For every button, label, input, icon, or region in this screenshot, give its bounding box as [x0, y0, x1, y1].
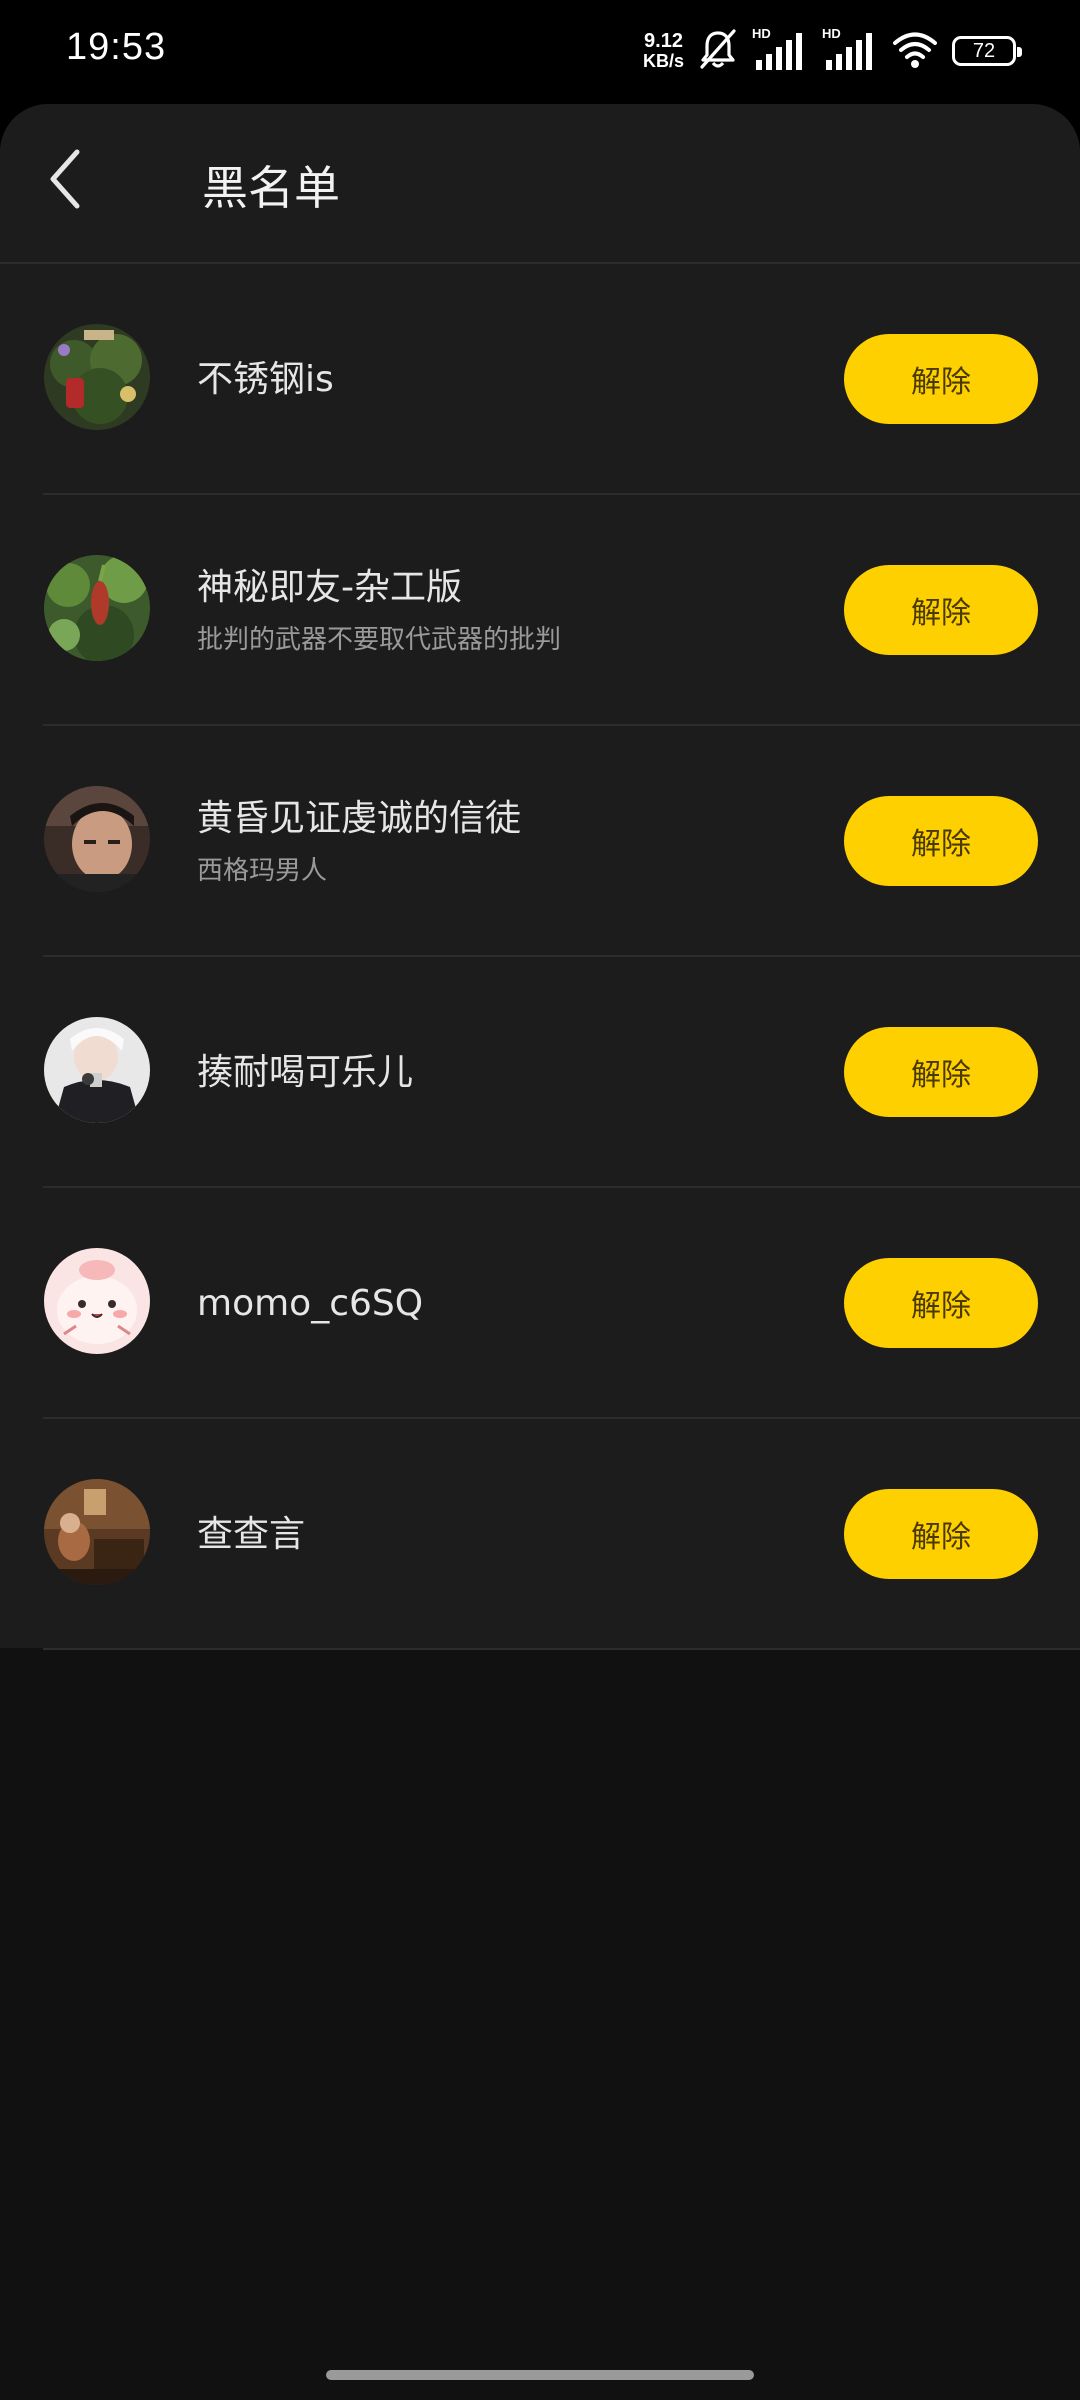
list-item: 黄昏见证虔诚的信徒 西格玛男人 解除 — [0, 726, 1080, 957]
unblock-button[interactable]: 解除 — [844, 796, 1038, 886]
unblock-button[interactable]: 解除 — [844, 1489, 1038, 1579]
avatar[interactable] — [44, 1479, 150, 1585]
user-info: 黄昏见证虔诚的信徒 西格玛男人 — [197, 726, 521, 957]
user-name: 查查言 — [197, 1513, 306, 1555]
status-time: 19:53 — [66, 26, 167, 68]
row-divider — [43, 1648, 1080, 1650]
user-name: momo_c6SQ — [197, 1282, 424, 1324]
network-speed-value: 9.12 — [644, 30, 683, 52]
avatar[interactable] — [44, 786, 150, 892]
unblock-button[interactable]: 解除 — [844, 1027, 1038, 1117]
network-speed-unit: KB/s — [642, 51, 684, 71]
user-info: 查查言 — [197, 1419, 305, 1650]
battery-icon: 72 — [952, 36, 1022, 66]
battery-level: 72 — [972, 39, 996, 62]
avatar[interactable] — [44, 555, 150, 661]
user-name: 黄昏见证虔诚的信徒 — [197, 797, 522, 839]
signal-icon: HD — [822, 26, 878, 72]
list-item: 揍耐喝可乐儿 解除 — [0, 957, 1080, 1188]
page-title: 黑名单 — [202, 161, 340, 215]
status-bar: 19:53 9.12 KB/s HD HD 72 — [0, 0, 1080, 105]
back-button[interactable] — [30, 146, 100, 216]
unblock-button[interactable]: 解除 — [844, 565, 1038, 655]
home-indicator[interactable] — [326, 2370, 754, 2380]
bell-muted-icon — [698, 28, 738, 74]
list-item: 不锈钢is 解除 — [0, 264, 1080, 495]
list-item: momo_c6SQ 解除 — [0, 1188, 1080, 1419]
user-info: 揍耐喝可乐儿 — [197, 957, 413, 1188]
list-item: 查查言 解除 — [0, 1419, 1080, 1650]
screen: 19:53 9.12 KB/s HD HD 72 黑名单 不锈钢is 解除 神秘… — [0, 0, 1080, 2400]
network-speed: 9.12 KB/s — [643, 31, 684, 71]
user-signature: 西格玛男人 — [197, 855, 328, 886]
user-signature: 批判的武器不要取代武器的批判 — [197, 624, 562, 655]
chevron-left-icon — [45, 148, 85, 214]
unblock-button[interactable]: 解除 — [844, 1258, 1038, 1348]
user-info: 神秘即友-杂工版 批判的武器不要取代武器的批判 — [197, 495, 561, 726]
user-info: momo_c6SQ — [197, 1188, 423, 1419]
user-name: 不锈钢is — [197, 358, 334, 400]
unblock-button[interactable]: 解除 — [844, 334, 1038, 424]
signal-icon: HD — [752, 26, 808, 72]
user-name: 揍耐喝可乐儿 — [197, 1051, 414, 1093]
user-info: 不锈钢is — [197, 264, 334, 495]
header: 黑名单 — [0, 104, 1080, 262]
list-item: 神秘即友-杂工版 批判的武器不要取代武器的批判 解除 — [0, 495, 1080, 726]
avatar[interactable] — [44, 324, 150, 430]
main-sheet: 黑名单 不锈钢is 解除 神秘即友-杂工版 批判的武器不要取代武器的批判 解除 … — [0, 104, 1080, 2400]
user-name: 神秘即友-杂工版 — [197, 566, 462, 608]
avatar[interactable] — [44, 1248, 150, 1354]
status-icons: 9.12 KB/s HD HD 72 — [643, 26, 1022, 74]
blacklist-panel: 黑名单 不锈钢is 解除 神秘即友-杂工版 批判的武器不要取代武器的批判 解除 … — [0, 104, 1080, 1650]
blacklist: 不锈钢is 解除 神秘即友-杂工版 批判的武器不要取代武器的批判 解除 黄昏见证… — [0, 264, 1080, 1650]
avatar[interactable] — [44, 1017, 150, 1123]
wifi-icon — [892, 29, 938, 73]
